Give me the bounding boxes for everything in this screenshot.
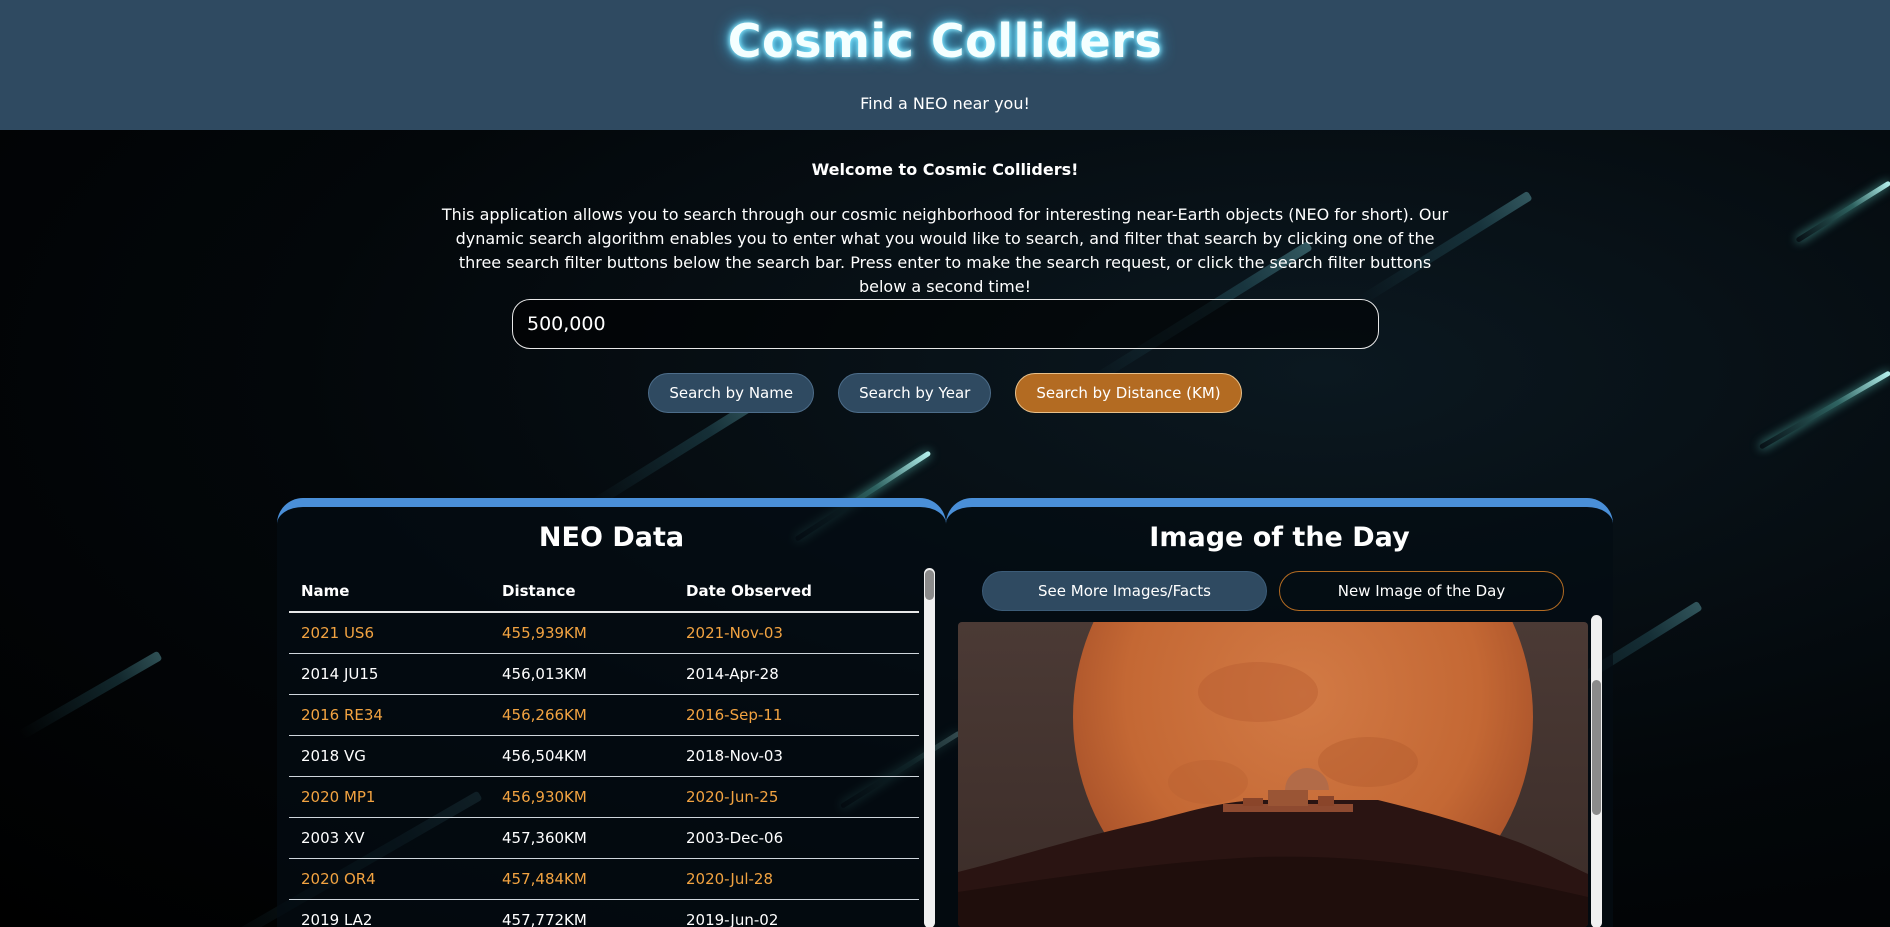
- column-header-date[interactable]: Date Observed: [674, 571, 919, 613]
- table-row[interactable]: 2021 US6 455,939KM 2021-Nov-03: [289, 612, 919, 654]
- neo-date: 2021-Nov-03: [674, 612, 919, 654]
- image-of-the-day-title: Image of the Day: [1149, 522, 1410, 553]
- search-by-year-button[interactable]: Search by Year: [838, 373, 992, 413]
- neo-data-panel: NEO Data Name Distance Date Observed 202…: [277, 498, 946, 927]
- neo-data-title: NEO Data: [538, 522, 685, 553]
- site-tagline: Find a NEO near you!: [860, 94, 1030, 113]
- see-more-images-button[interactable]: See More Images/Facts: [982, 571, 1267, 611]
- column-header-name[interactable]: Name: [289, 571, 490, 613]
- neo-distance: 456,504KM: [490, 735, 674, 777]
- neo-date: 2016-Sep-11: [674, 694, 919, 736]
- neo-date: 2019-Jun-02: [674, 899, 919, 927]
- neo-distance: 456,013KM: [490, 653, 674, 695]
- neo-name: 2019 LA2: [289, 899, 490, 927]
- table-row[interactable]: 2003 XV 457,360KM 2003-Dec-06: [289, 817, 919, 859]
- neo-table-scrollbar[interactable]: [924, 568, 935, 927]
- neo-distance: 456,266KM: [490, 694, 674, 736]
- neo-date: 2020-Jul-28: [674, 858, 919, 900]
- neo-distance: 457,360KM: [490, 817, 674, 859]
- neo-name: 2014 JU15: [289, 653, 490, 695]
- neo-name: 2021 US6: [289, 612, 490, 654]
- site-title: Cosmic Colliders: [727, 14, 1163, 68]
- neo-distance: 457,772KM: [490, 899, 674, 927]
- neo-date: 2020-Jun-25: [674, 776, 919, 818]
- neo-date: 2014-Apr-28: [674, 653, 919, 695]
- neo-name: 2020 OR4: [289, 858, 490, 900]
- search-by-name-button[interactable]: Search by Name: [648, 373, 815, 413]
- neo-table-scroll-thumb[interactable]: [925, 570, 934, 600]
- table-row[interactable]: 2014 JU15 456,013KM 2014-Apr-28: [289, 653, 919, 695]
- image-buttons: See More Images/Facts New Image of the D…: [982, 571, 1564, 611]
- neo-name: 2003 XV: [289, 817, 490, 859]
- image-panel-scrollbar[interactable]: [1591, 615, 1602, 927]
- neo-distance: 455,939KM: [490, 612, 674, 654]
- search-by-distance-button[interactable]: Search by Distance (KM): [1015, 373, 1242, 413]
- neo-table-container[interactable]: Name Distance Date Observed 2021 US6 455…: [289, 571, 919, 927]
- neo-date: 2003-Dec-06: [674, 817, 919, 859]
- table-row[interactable]: 2020 OR4 457,484KM 2020-Jul-28: [289, 858, 919, 900]
- neo-distance: 457,484KM: [490, 858, 674, 900]
- welcome-heading: Welcome to Cosmic Colliders!: [811, 160, 1079, 179]
- site-header: Cosmic Colliders Find a NEO near you!: [0, 0, 1890, 130]
- neo-name: 2018 VG: [289, 735, 490, 777]
- column-header-distance[interactable]: Distance: [490, 571, 674, 613]
- table-header-row: Name Distance Date Observed: [289, 571, 919, 613]
- search-filter-buttons: Search by Name Search by Year Search by …: [0, 373, 1890, 413]
- new-image-button[interactable]: New Image of the Day: [1279, 571, 1564, 611]
- table-row[interactable]: 2019 LA2 457,772KM 2019-Jun-02: [289, 899, 919, 927]
- neo-date: 2018-Nov-03: [674, 735, 919, 777]
- intro-section: Welcome to Cosmic Colliders! This applic…: [440, 160, 1450, 299]
- neo-name: 2020 MP1: [289, 776, 490, 818]
- search-input[interactable]: [512, 299, 1379, 349]
- table-row[interactable]: 2020 MP1 456,930KM 2020-Jun-25: [289, 776, 919, 818]
- neo-table: Name Distance Date Observed 2021 US6 455…: [289, 571, 919, 927]
- neo-distance: 456,930KM: [490, 776, 674, 818]
- image-of-the-day-panel: Image of the Day See More Images/Facts N…: [946, 498, 1613, 927]
- table-row[interactable]: 2016 RE34 456,266KM 2016-Sep-11: [289, 694, 919, 736]
- intro-description: This application allows you to search th…: [441, 205, 1449, 296]
- image-of-the-day-photo: [958, 622, 1588, 927]
- neo-name: 2016 RE34: [289, 694, 490, 736]
- table-row[interactable]: 2018 VG 456,504KM 2018-Nov-03: [289, 735, 919, 777]
- image-panel-scroll-thumb[interactable]: [1592, 680, 1601, 815]
